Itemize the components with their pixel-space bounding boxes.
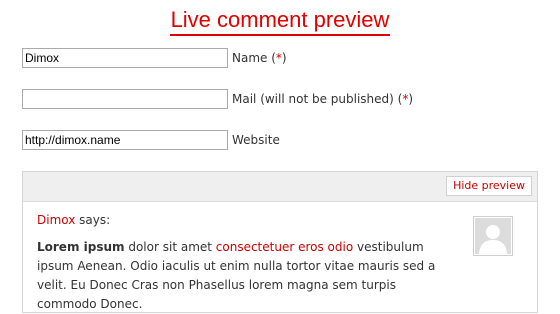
mail-input[interactable] [22,89,228,109]
name-row: Name (*) [22,48,287,68]
says-label: says: [75,213,111,227]
name-label: Name (*) [232,51,287,65]
comment-author[interactable]: Dimox [37,213,75,227]
mail-row: Mail (will not be published) (*) [22,89,413,109]
mail-label: Mail (will not be published) (*) [232,92,414,106]
avatar [473,216,513,256]
avatar-placeholder-icon [475,218,511,254]
name-input[interactable] [22,48,228,68]
website-input[interactable] [22,130,228,150]
hide-preview-button[interactable]: Hide preview [446,176,532,196]
comment-text: Lorem ipsum dolor sit amet consectetuer … [37,238,457,314]
page-title-wrap: Live comment preview [0,7,560,36]
website-row: Website [22,130,280,150]
website-label: Website [232,133,280,147]
comment-text-link[interactable]: consectetuer eros odio [216,240,353,254]
comment-author-line: Dimox says: [37,213,110,227]
page-title: Live comment preview [169,7,391,36]
preview-toolbar: Hide preview [23,172,537,202]
comment-preview: Hide preview Dimox says: Lorem ipsum dol… [22,171,538,313]
comment-text-bold: Lorem ipsum [37,240,125,254]
comment-text-part-1: dolor sit amet [124,240,216,254]
